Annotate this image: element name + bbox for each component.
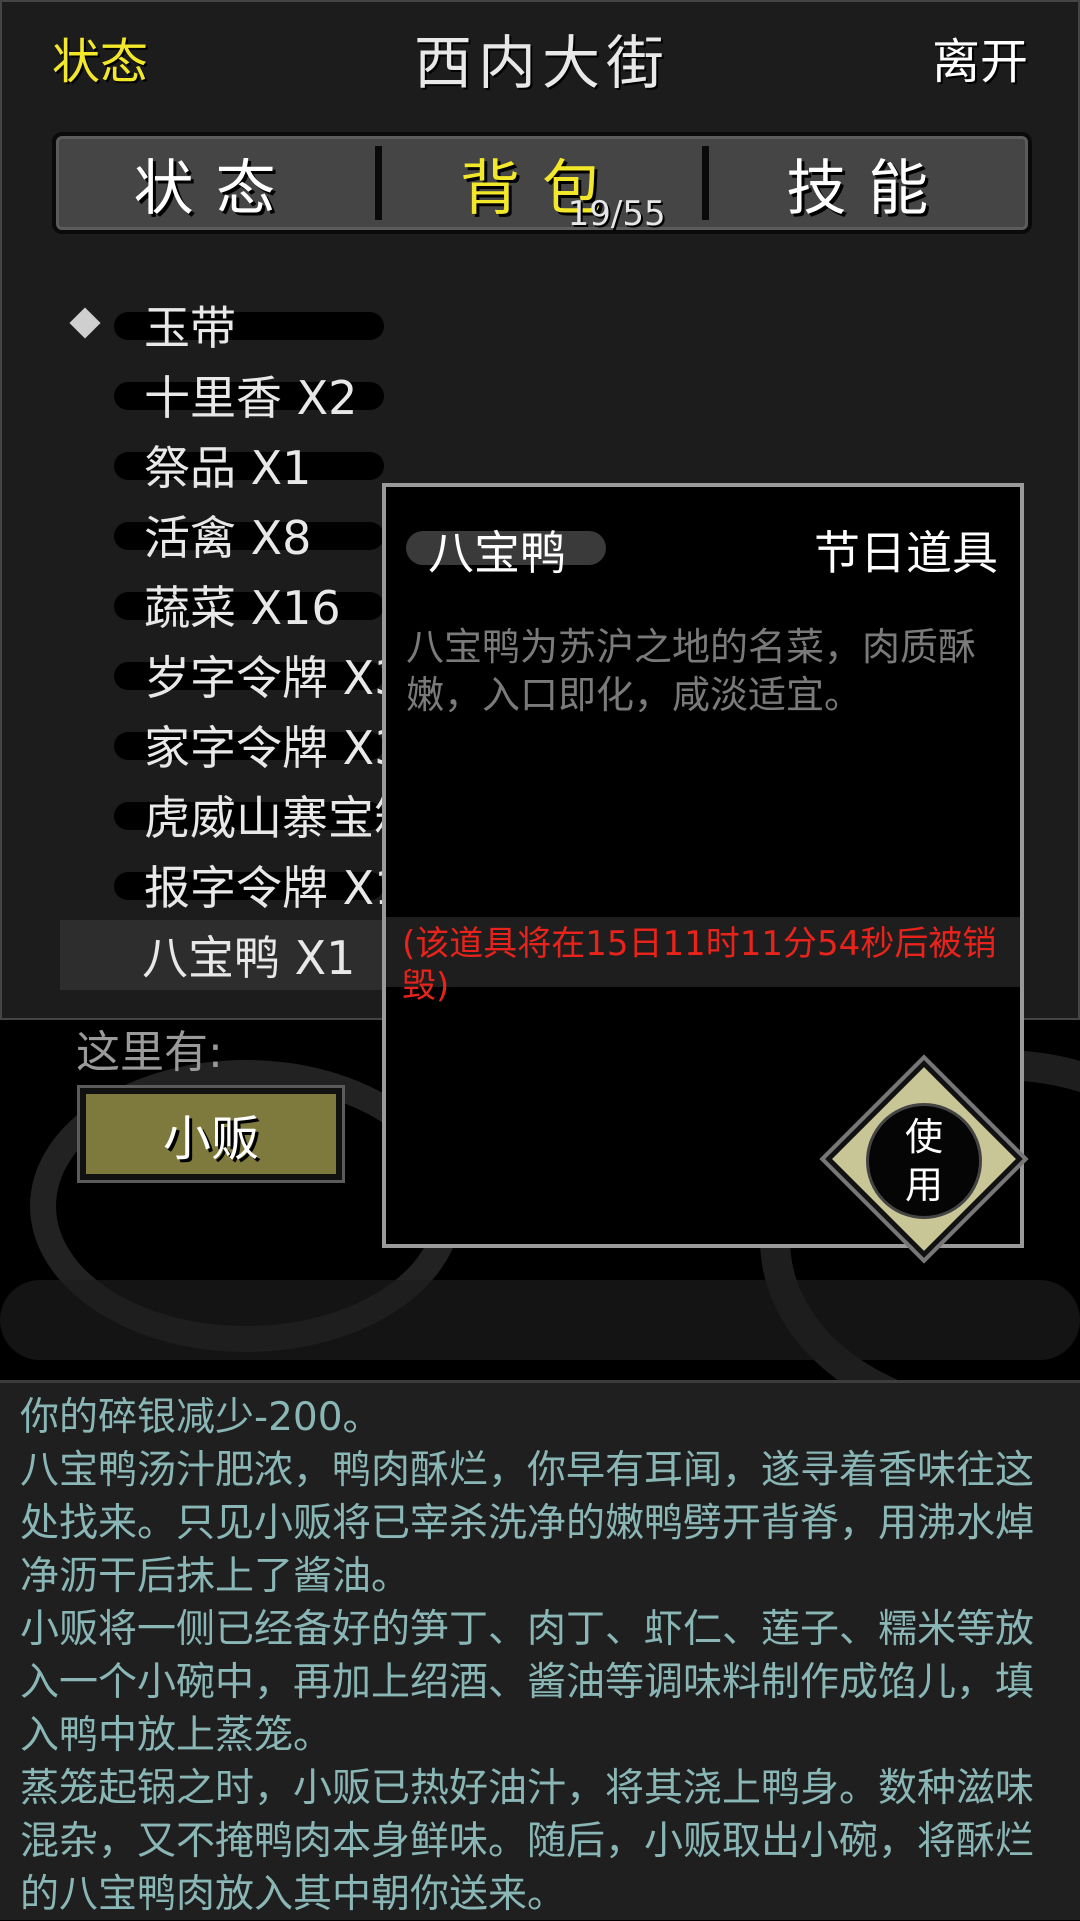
- item-name: 八宝鸭: [428, 526, 566, 580]
- tab-bag[interactable]: 背包 19/55: [382, 136, 701, 235]
- inventory-item[interactable]: 十里香 X2: [62, 360, 662, 430]
- selection-diamond-icon: [69, 307, 101, 339]
- log-line: 八宝鸭汤汁肥浓，鸭肉酥烂，你早有耳闻，遂寻着香味往这处找来。只见小贩将已宰杀洗净…: [20, 1448, 1035, 1599]
- location-title: 西内大街: [413, 29, 670, 97]
- log-line: 蒸笼起锅之时，小贩已热好油汁，将其浇上鸭身。数种滋味混杂，又不掩鸭肉本身鲜味。随…: [20, 1766, 1035, 1917]
- inventory-item-label: 报字令牌 X1: [144, 861, 404, 915]
- item-description: 八宝鸭为苏沪之地的名菜，肉质酥嫩，入口即化，咸淡适宜。: [406, 625, 977, 717]
- tab-status[interactable]: 状态: [56, 136, 375, 230]
- bag-capacity: 19/55: [567, 194, 666, 234]
- inventory-item-label: 玉带: [144, 301, 236, 355]
- inventory-item[interactable]: 玉带: [62, 290, 662, 360]
- item-type: 节日道具: [814, 526, 998, 580]
- message-log[interactable]: 你的碎银减少-200。 八宝鸭汤汁肥浓，鸭肉酥烂，你早有耳闻，遂寻着香味往这处找…: [0, 1380, 1080, 1920]
- log-line: 小贩将一侧已经备好的笋丁、肉丁、虾仁、莲子、糯米等放入一个小碗中，再加上绍酒、酱…: [20, 1607, 1035, 1758]
- leave-button[interactable]: 离开: [932, 22, 1028, 92]
- npc-vendor-button[interactable]: 小贩: [77, 1085, 345, 1183]
- item-expiry-warning: (该道具将在15日11时11分54秒后被销毁): [402, 924, 997, 1006]
- inventory-item-label: 蔬菜 X16: [144, 581, 341, 635]
- ink-decoration: [0, 1280, 1080, 1360]
- inventory-item-label: 家字令牌 X3: [144, 721, 404, 775]
- inventory-item-label: 祭品 X1: [144, 441, 312, 495]
- tab-skills-label: 技能: [786, 153, 951, 224]
- inventory-item-label: 岁字令牌 X3: [144, 651, 404, 705]
- tab-divider: [701, 146, 709, 220]
- use-button-circle: 使 用: [866, 1103, 982, 1219]
- tab-bar: 状态 背包 19/55 技能: [52, 132, 1032, 234]
- use-button[interactable]: 使 用: [819, 1054, 1029, 1264]
- tab-status-label: 状态: [133, 153, 298, 224]
- use-label: 使: [904, 1115, 943, 1159]
- here-label: 这里有:: [76, 1027, 223, 1078]
- log-line: 你的碎银减少-200。: [20, 1395, 382, 1440]
- inventory-item-label: 十里香 X2: [144, 371, 358, 425]
- inventory-item-label: 八宝鸭 X1: [142, 931, 356, 985]
- tab-divider: [375, 146, 383, 220]
- item-detail-popup: 八宝鸭 节日道具 八宝鸭为苏沪之地的名菜，肉质酥嫩，入口即化，咸淡适宜。 (该道…: [382, 483, 1029, 1264]
- use-label: 用: [904, 1163, 943, 1207]
- inventory-item-label: 活禽 X8: [144, 511, 312, 565]
- tab-skills[interactable]: 技能: [709, 136, 1028, 230]
- inventory-item-label: 虎威山寨宝箱: [144, 791, 420, 845]
